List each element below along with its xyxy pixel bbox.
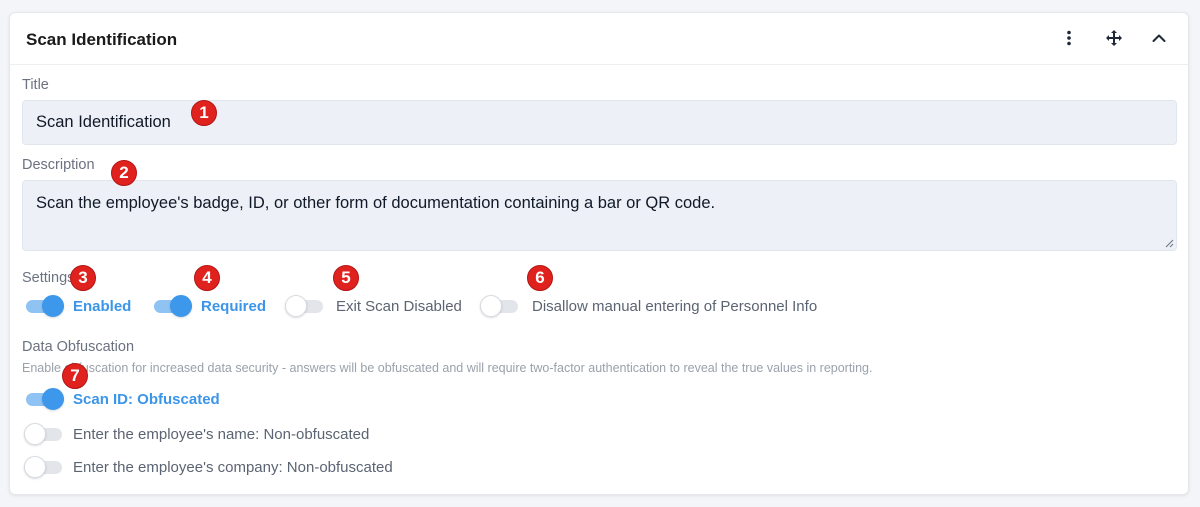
scan-id-obfuscation-label: Scan ID: Obfuscated [73,391,220,408]
obfuscation-helper-text: Enable obfuscation for increased data se… [22,361,873,375]
description-text: Scan the employee's badge, ID, or other … [36,194,716,212]
employee-company-obfuscation-label: Enter the employee's company: Non-obfusc… [73,459,393,476]
data-obfuscation-label: Data Obfuscation [22,339,135,355]
title-label: Title [22,77,49,93]
toggle-knob [24,456,46,478]
more-vertical-icon[interactable] [1057,26,1081,50]
annotation-badge-4: 4 [194,265,220,291]
required-toggle[interactable] [154,293,194,319]
scan-id-obfuscation-toggle[interactable] [26,386,66,412]
toggle-knob [24,423,46,445]
employee-name-obfuscation-toggle[interactable] [24,421,64,447]
toggle-knob [42,295,64,317]
annotation-badge-2: 2 [111,160,137,186]
annotation-badge-1: 1 [191,100,217,126]
card-title: Scan Identification [26,30,178,49]
toggle-knob [42,388,64,410]
enabled-label: Enabled [73,298,132,315]
settings-label: Settings [22,270,75,286]
annotation-badge-7: 7 [62,363,88,389]
exit-scan-disabled-toggle[interactable] [285,293,325,319]
disallow-manual-entry-label: Disallow manual entering of Personnel In… [532,298,818,315]
exit-scan-disabled-label: Exit Scan Disabled [336,298,462,315]
annotation-badge-3: 3 [70,265,96,291]
annotation-badge-5: 5 [333,265,359,291]
toggle-knob [170,295,192,317]
employee-company-obfuscation-toggle[interactable] [24,454,64,480]
chevron-up-icon[interactable] [1147,26,1171,50]
description-label: Description [22,157,95,173]
move-icon[interactable] [1102,26,1126,50]
employee-name-obfuscation-label: Enter the employee's name: Non-obfuscate… [73,426,370,443]
resize-handle-icon[interactable] [1165,239,1174,248]
card-header: Scan Identification [10,13,1188,65]
scan-identification-card: Scan Identification Title Scan Identific… [9,12,1189,495]
toggle-knob [480,295,502,317]
enabled-toggle[interactable] [26,293,66,319]
disallow-manual-entry-toggle[interactable] [480,293,520,319]
description-textarea[interactable]: Scan the employee's badge, ID, or other … [22,180,1177,251]
annotation-badge-6: 6 [527,265,553,291]
toggle-knob [285,295,307,317]
required-label: Required [201,298,267,315]
